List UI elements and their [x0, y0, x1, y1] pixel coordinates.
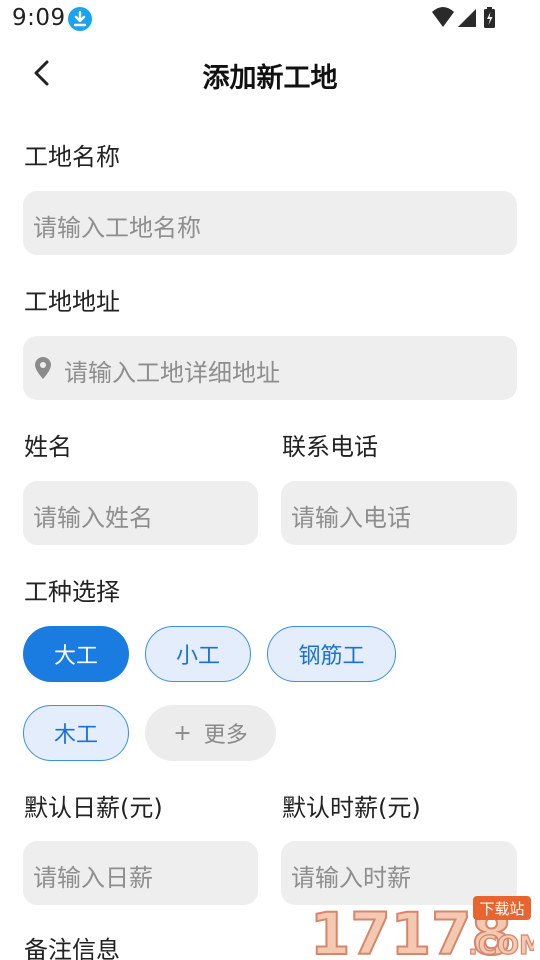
watermark-suffix: .COM — [468, 931, 534, 960]
battery-icon — [484, 7, 495, 28]
daily-wage-label: 默认日薪(元) — [24, 794, 163, 822]
daily-wage-placeholder: 请输入日薪 — [33, 864, 153, 892]
trade-chip-gangjingong[interactable]: 钢筋工 — [267, 626, 396, 682]
site-address-label: 工地地址 — [24, 288, 120, 316]
site-name-input[interactable]: 请输入工地名称 — [23, 191, 517, 255]
signal-icon — [458, 9, 476, 27]
trade-chip-xiaogong[interactable]: 小工 — [145, 626, 251, 682]
trade-chip-mugong[interactable]: 木工 — [23, 705, 129, 761]
more-trades-label: 更多 — [203, 723, 248, 748]
location-pin-icon — [35, 357, 51, 383]
phone-placeholder: 请输入电话 — [291, 504, 411, 532]
notes-label: 备注信息 — [24, 936, 120, 960]
hourly-wage-placeholder: 请输入时薪 — [291, 864, 411, 892]
site-name-label: 工地名称 — [24, 143, 120, 171]
app-header: 添加新工地 — [0, 44, 540, 104]
hourly-wage-label: 默认时薪(元) — [282, 794, 421, 822]
name-placeholder: 请输入姓名 — [33, 504, 153, 532]
more-trades-button[interactable]: + 更多 — [145, 705, 276, 761]
plus-icon: + — [173, 720, 192, 746]
wifi-icon — [432, 7, 454, 27]
site-watermark-logo: 17178 下载站 .COM — [308, 894, 540, 960]
phone-label: 联系电话 — [282, 433, 378, 461]
site-name-placeholder: 请输入工地名称 — [33, 214, 201, 242]
watermark-tag: 下载站 — [479, 900, 524, 918]
trade-label: 工种选择 — [24, 578, 120, 606]
download-icon — [68, 7, 92, 31]
status-time: 9:09 — [12, 5, 66, 31]
trade-chip-dagong[interactable]: 大工 — [23, 626, 129, 682]
phone-input[interactable]: 请输入电话 — [281, 481, 517, 545]
name-label: 姓名 — [24, 433, 72, 461]
site-address-placeholder: 请输入工地详细地址 — [64, 359, 280, 387]
site-address-input[interactable]: 请输入工地详细地址 — [23, 336, 517, 400]
daily-wage-input[interactable]: 请输入日薪 — [23, 841, 258, 905]
name-input[interactable]: 请输入姓名 — [23, 481, 258, 545]
status-bar: 9:09 — [0, 0, 540, 38]
status-icons — [432, 6, 500, 30]
page-title: 添加新工地 — [202, 63, 338, 94]
